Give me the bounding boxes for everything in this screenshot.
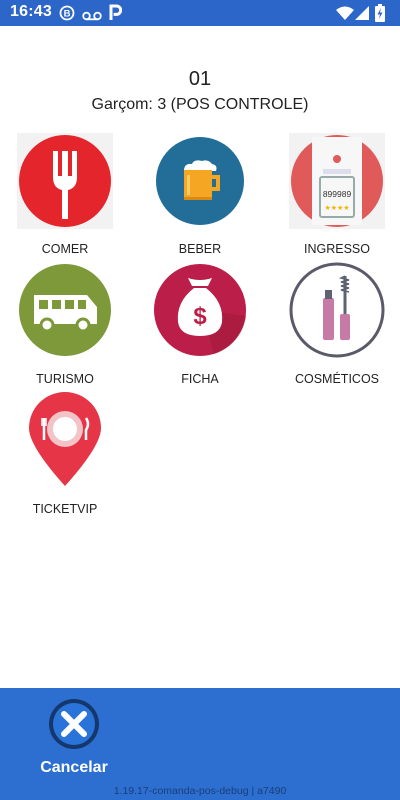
cancel-button[interactable]: Cancelar (36, 698, 112, 783)
category-ticketvip[interactable]: TICKETVIP (0, 392, 130, 518)
money-bag-icon: $ (152, 262, 248, 358)
category-label: INGRESSO (304, 242, 370, 256)
table-number: 01 (188, 68, 212, 90)
category-label: TURISMO (36, 372, 94, 386)
p-icon (109, 4, 123, 26)
category-cosmeticos[interactable]: COSMÉTICOS (272, 262, 400, 392)
svg-text:★★★★: ★★★★ (324, 204, 349, 212)
bus-icon (17, 262, 113, 358)
category-label: BEBER (178, 242, 222, 256)
category-label: FICHA (181, 372, 219, 386)
ticket-number: 899989 (323, 189, 352, 199)
mascara-icon (289, 262, 385, 358)
category-label: COSMÉTICOS (294, 372, 380, 386)
category-comer[interactable]: COMER (0, 133, 130, 261)
voicemail-icon (82, 8, 102, 26)
waiter-label: Garçom: 3 (POS CONTROLE) (91, 96, 309, 113)
fork-icon (17, 133, 113, 229)
category-label: TICKETVIP (32, 502, 98, 516)
category-ficha[interactable]: $ FICHA (135, 262, 265, 392)
bottom-action-bar: Cancelar 1.19.17-comanda-pos-debug | a74… (0, 688, 400, 800)
category-turismo[interactable]: TURISMO (0, 262, 130, 392)
svg-text:B: B (64, 9, 71, 20)
b-circle-icon: B (59, 5, 75, 26)
version-label: 1.19.17-comanda-pos-debug | a7490 (113, 785, 287, 797)
battery-charging-icon (375, 4, 385, 27)
cancel-label: Cancelar (40, 759, 108, 776)
ticket-icon: 899989 ★★★★ (289, 133, 385, 229)
svg-text:$: $ (193, 303, 207, 330)
category-label: COMER (41, 242, 89, 256)
status-bar: 16:43 B (0, 0, 400, 26)
beer-mug-icon (152, 133, 248, 229)
wifi-icon (336, 6, 354, 25)
signal-icon (355, 6, 369, 25)
close-icon (49, 699, 99, 749)
category-ingresso[interactable]: 899989 ★★★★ INGRESSO (272, 133, 400, 261)
status-time: 16:43 (10, 3, 52, 20)
map-pin-plate-icon (17, 392, 113, 488)
category-beber[interactable]: BEBER (135, 133, 265, 261)
